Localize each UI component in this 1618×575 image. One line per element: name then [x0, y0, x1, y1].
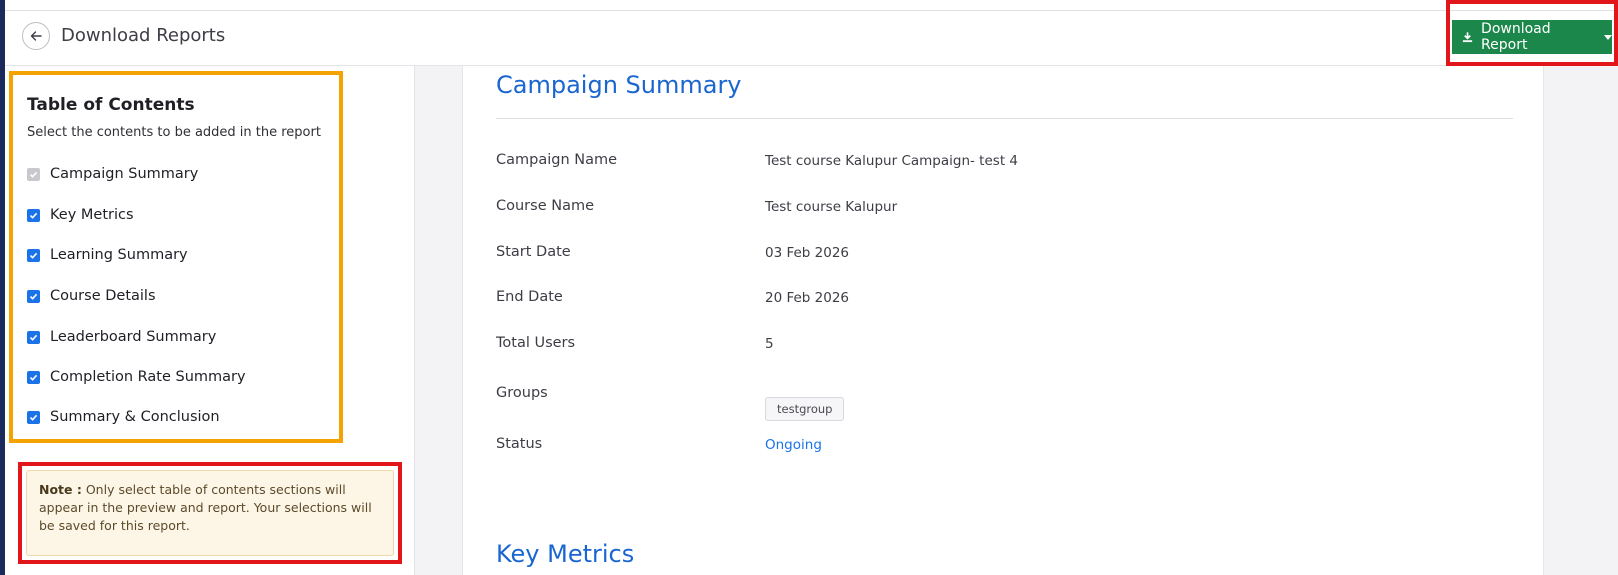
row-label-campaign-name: Campaign Name [496, 152, 618, 168]
toc-item-leaderboard-summary[interactable]: Leaderboard Summary [27, 329, 216, 345]
arrow-left-icon [30, 31, 42, 41]
status-value: Ongoing [765, 437, 822, 453]
check-icon [29, 252, 38, 259]
row-value-total-users: 5 [765, 336, 774, 352]
report-card: Campaign Summary Campaign Name Test cour… [462, 66, 1544, 575]
row-label-groups: Groups [496, 385, 548, 401]
toc-item-summary-conclusion[interactable]: Summary & Conclusion [27, 409, 220, 425]
top-strip [5, 0, 1618, 11]
toc-item-label: Summary & Conclusion [50, 409, 220, 425]
checkbox-summary-conclusion[interactable] [27, 410, 40, 424]
download-report-label: Download Report [1481, 21, 1551, 53]
report-preview[interactable]: Campaign Summary Campaign Name Test cour… [416, 66, 1618, 575]
download-report-button[interactable]: Download Report [1452, 20, 1612, 54]
row-label-status: Status [496, 436, 543, 452]
checkbox-course-details[interactable] [27, 289, 40, 303]
back-button[interactable] [22, 22, 50, 50]
row-value-course-name: Test course Kalupur [765, 199, 898, 215]
row-label-start-date: Start Date [496, 244, 571, 260]
toc-item-course-details[interactable]: Course Details [27, 288, 156, 304]
row-value-start-date: 03 Feb 2026 [765, 245, 850, 261]
selection-note: Note : Only select table of contents sec… [26, 470, 394, 556]
section-title-key-metrics: Key Metrics [496, 540, 635, 568]
checkbox-completion-rate-summary[interactable] [27, 370, 40, 384]
download-report-highlight: Download Report [1446, 0, 1618, 66]
download-icon [1462, 32, 1473, 43]
note-text: Only select table of contents sections w… [39, 482, 372, 533]
note-label: Note : [39, 482, 82, 497]
check-icon [29, 374, 38, 381]
sidebar: Table of Contents Select the contents to… [5, 66, 415, 575]
check-icon [29, 293, 38, 300]
toc-title: Table of Contents [27, 95, 195, 115]
check-icon [29, 212, 38, 219]
check-icon [29, 171, 38, 178]
row-label-total-users: Total Users [496, 335, 576, 351]
toc-item-label: Completion Rate Summary [50, 369, 246, 385]
row-label-course-name: Course Name [496, 198, 595, 214]
table-of-contents-panel: Table of Contents Select the contents to… [9, 71, 343, 443]
checkbox-learning-summary[interactable] [27, 248, 40, 262]
row-label-end-date: End Date [496, 289, 563, 305]
toc-item-label: Campaign Summary [50, 166, 199, 182]
toc-item-completion-rate-summary[interactable]: Completion Rate Summary [27, 369, 246, 385]
toc-item-label: Course Details [50, 288, 156, 304]
row-value-campaign-name: Test course Kalupur Campaign- test 4 [765, 153, 1018, 169]
page-title: Download Reports [61, 25, 226, 46]
checkbox-campaign-summary [27, 167, 40, 181]
page: Download Reports Download Report Table o… [0, 0, 1618, 575]
section-title-campaign-summary: Campaign Summary [496, 71, 742, 99]
toc-item-learning-summary[interactable]: Learning Summary [27, 247, 188, 263]
row-value-end-date: 20 Feb 2026 [765, 290, 850, 306]
toc-item-campaign-summary: Campaign Summary [27, 166, 198, 182]
toc-subtitle: Select the contents to be added in the r… [27, 125, 321, 140]
page-header: Download Reports Download Report [5, 0, 1618, 66]
group-badge: testgroup [765, 397, 845, 421]
toc-item-label: Leaderboard Summary [50, 329, 217, 345]
toc-item-label: Key Metrics [50, 207, 134, 223]
checkbox-leaderboard-summary[interactable] [27, 330, 40, 344]
check-icon [29, 414, 38, 421]
toc-item-key-metrics[interactable]: Key Metrics [27, 207, 134, 223]
toc-item-label: Learning Summary [50, 247, 188, 263]
caret-down-icon[interactable] [1604, 34, 1612, 40]
checkbox-key-metrics[interactable] [27, 208, 40, 222]
section-divider [496, 118, 1513, 119]
note-highlight: Note : Only select table of contents sec… [18, 462, 402, 564]
check-icon [29, 334, 38, 341]
